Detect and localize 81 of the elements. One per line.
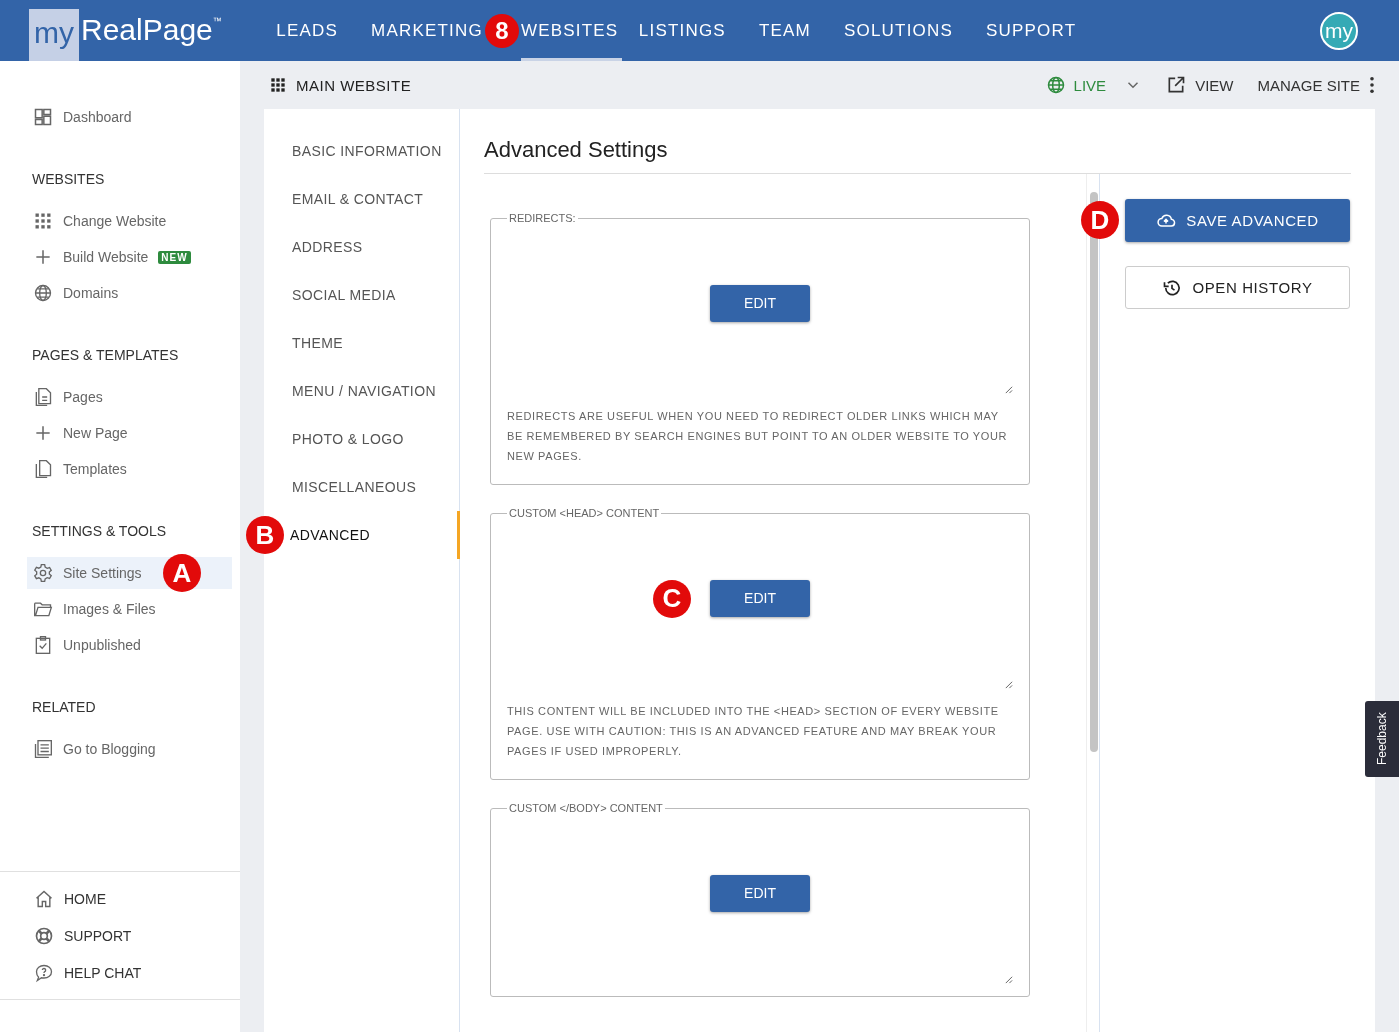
nav-tab[interactable]: SOLUTIONS: [827, 0, 970, 61]
resize-grip-icon: [1004, 680, 1013, 689]
callout-marker: C: [653, 579, 691, 618]
lifebuoy-icon: [34, 925, 54, 946]
sidebar-item[interactable]: New Page: [27, 417, 232, 449]
settings-tab[interactable]: EMAIL & CONTACT: [264, 175, 460, 223]
resize-grip-icon: [1004, 975, 1013, 984]
settings-tab[interactable]: ADDRESS: [264, 223, 460, 271]
sidebar-item[interactable]: Domains: [27, 277, 232, 309]
feedback-tab[interactable]: Feedback: [1365, 701, 1399, 777]
callout-marker: 8: [484, 13, 519, 48]
status-dropdown[interactable]: LIVE: [1045, 75, 1143, 95]
nav-tab[interactable]: WEBSITES: [520, 0, 623, 61]
nav-tab[interactable]: TEAM: [742, 0, 828, 61]
globe-icon: [33, 283, 53, 303]
chat-help-icon: [34, 962, 54, 983]
logo[interactable]: my RealPage™: [29, 0, 222, 61]
nav-tab[interactable]: LEADS: [259, 0, 355, 61]
newspaper-icon: [33, 739, 53, 759]
manage-site-menu[interactable]: MANAGE SITE: [1257, 76, 1375, 94]
callout-marker: D: [1081, 201, 1119, 239]
section-heading: SETTINGS & TOOLS: [32, 523, 168, 539]
sidebar-item[interactable]: Images & Files: [27, 593, 232, 625]
sidebar-item[interactable]: Go to Blogging: [27, 733, 232, 765]
fieldset-legend: REDIRECTS:: [507, 212, 578, 224]
sidebar-item[interactable]: Unpublished: [27, 629, 232, 661]
sidebar-item[interactable]: Dashboard: [27, 101, 232, 133]
fieldset-legend: CUSTOM </BODY> CONTENT: [507, 802, 665, 814]
save-button[interactable]: SAVE ADVANCED: [1125, 199, 1350, 242]
sidebar-item[interactable]: Site Settings A: [27, 557, 232, 589]
view-link[interactable]: VIEW: [1166, 75, 1234, 95]
nav-tab[interactable]: LISTINGS: [622, 0, 743, 61]
settings-tab[interactable]: THEME: [264, 319, 460, 367]
logo-name: RealPage: [81, 13, 213, 47]
document-icon: [33, 387, 53, 407]
clipboard-check-icon: [33, 635, 53, 655]
page-title: Advanced Settings: [484, 109, 1351, 174]
settings-tab[interactable]: SOCIAL MEDIA: [264, 271, 460, 319]
nav-tab[interactable]: SUPPORT: [969, 0, 1093, 61]
copy-icon: [33, 459, 53, 479]
history-icon: [1162, 277, 1183, 298]
more-icon: [1369, 76, 1375, 94]
new-badge: NEW: [158, 250, 191, 264]
fieldset-legend: CUSTOM <HEAD> CONTENT: [507, 507, 662, 519]
sidebar-item[interactable]: Templates: [27, 453, 232, 485]
logo-prefix: my: [29, 9, 79, 61]
edit-button[interactable]: EDIT: [710, 284, 810, 322]
sidebar-item[interactable]: Change Website: [27, 205, 232, 237]
section-heading: PAGES & TEMPLATES: [32, 347, 180, 363]
callout-marker: B: [246, 516, 284, 554]
external-link-icon: [1166, 75, 1187, 95]
section-heading: RELATED: [32, 699, 97, 715]
footer-link[interactable]: SUPPORT: [0, 917, 240, 954]
dashboard-icon: [33, 107, 53, 127]
plus-icon: [33, 423, 53, 443]
settings-tab[interactable]: ADVANCED: [290, 511, 460, 559]
nav-tab[interactable]: MARKETING: [354, 0, 483, 61]
resize-grip-icon: [1004, 385, 1013, 394]
history-button[interactable]: OPEN HISTORY: [1125, 266, 1350, 309]
apps-grid-icon[interactable]: [268, 75, 288, 95]
section-heading: WEBSITES: [32, 171, 106, 187]
edit-button[interactable]: EDIT: [710, 874, 810, 912]
callout-marker: A: [163, 554, 201, 592]
settings-tab[interactable]: MISCELLANEOUS: [264, 463, 460, 511]
settings-icon: [33, 563, 53, 583]
settings-tab[interactable]: BASIC INFORMATION: [264, 127, 460, 175]
grid-icon: [33, 211, 53, 231]
settings-tab[interactable]: MENU / NAVIGATION: [264, 367, 460, 415]
globe-icon: [1045, 75, 1066, 95]
field-description: REDIRECTS ARE USEFUL WHEN YOU NEED TO REDIRECT OLDER LINKS WHICH MAY BE REMEMBERED BY SEARCH ENGINES BUT POINT TO AN OLDER WEBSITE TO YOUR NEW PAGES.: [507, 409, 1009, 464]
sidebar-item[interactable]: Build Website NEW: [27, 241, 232, 273]
plus-icon: [33, 247, 53, 267]
settings-tab[interactable]: PHOTO & LOGO: [264, 415, 460, 463]
sidebar-item[interactable]: Pages: [27, 381, 232, 413]
home-icon: [34, 888, 54, 909]
trademark-mark: ™: [212, 16, 222, 26]
edit-button[interactable]: EDIT: [710, 579, 810, 617]
footer-link[interactable]: HOME: [0, 880, 240, 917]
website-title: MAIN WEBSITE: [296, 76, 412, 94]
footer-link[interactable]: HELP CHAT: [0, 954, 240, 991]
field-description: THIS CONTENT WILL BE INCLUDED INTO THE <HEAD> SECTION OF EVERY WEBSITE PAGE. USE WITH CAUTION: THIS IS AN ADVANCED FEATURE AND MAY BREAK YOUR PAGES IF USED IMPROPERLY.: [507, 704, 1000, 759]
